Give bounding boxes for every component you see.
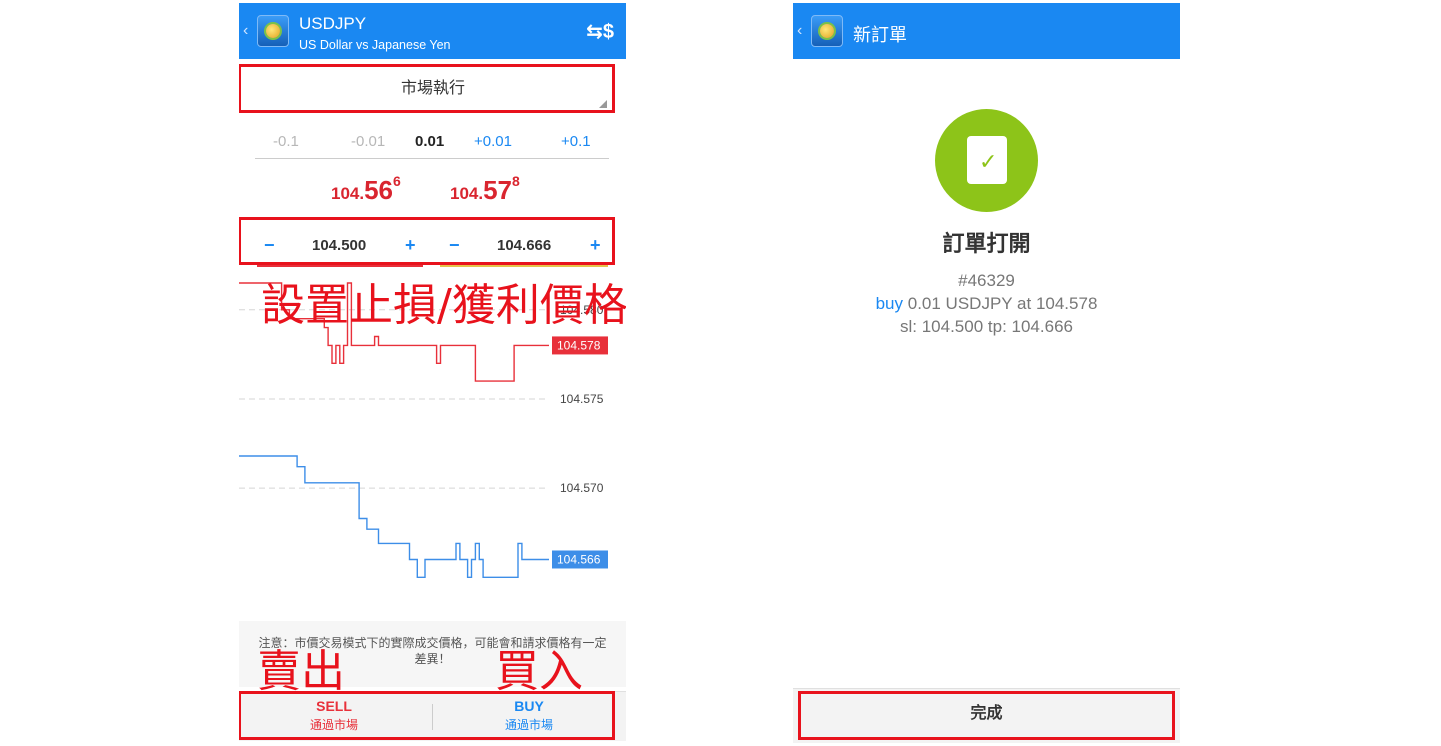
- quote-row: 104.566 104.578: [239, 173, 626, 215]
- volume-selector: -0.1 -0.01 0.01 +0.01 +0.1: [255, 121, 609, 159]
- volume-plus-0-1-button[interactable]: +0.1: [561, 133, 591, 150]
- annotation-sltp-text: 設置止損/獲利價格: [261, 280, 626, 331]
- bid-price: 104.566: [331, 173, 401, 206]
- volume-minus-0-1-button[interactable]: -0.1: [273, 133, 299, 150]
- symbol-description: US Dollar vs Japanese Yen: [299, 38, 451, 52]
- order-opened-title: 訂單打開: [942, 231, 1031, 256]
- bid-price-tag: 104.566: [557, 552, 601, 566]
- volume-current[interactable]: 0.01: [415, 133, 444, 150]
- bid-series-line: [239, 455, 549, 578]
- annotation-box-sltp: [239, 217, 615, 265]
- volume-plus-0-01-button[interactable]: +0.01: [474, 133, 512, 150]
- check-icon: ✓: [979, 149, 998, 174]
- order-side: buy: [875, 294, 904, 313]
- annotation-buy-text: 買入: [495, 646, 583, 697]
- currency-exchange-icon[interactable]: ⇆$: [586, 19, 614, 44]
- new-order-title: 新訂單: [853, 25, 907, 45]
- new-order-header: ‹ 新訂單: [793, 3, 1180, 59]
- back-icon[interactable]: ‹: [243, 22, 248, 40]
- order-entry-screen: ‹ USDJPY US Dollar vs Japanese Yen ⇆$ 市場…: [239, 3, 626, 746]
- ask-prefix: 104.: [450, 184, 484, 203]
- annotation-box-execution: [239, 64, 615, 113]
- y-tick-label: 104.570: [560, 481, 604, 495]
- order-detail: 0.01 USDJPY at 104.578: [907, 294, 1098, 313]
- order-info: #46329 buy 0.01 USDJPY at 104.578 sl: 10…: [793, 269, 1180, 338]
- bid-fraction: 6: [393, 173, 401, 189]
- ask-pips: 57: [483, 175, 513, 205]
- order-document-check-icon: ✓: [935, 109, 1038, 212]
- order-confirmation-screen: ‹ 新訂單 ✓ 訂單打開 #46329 buy 0.01 USDJPY at 1…: [793, 3, 1180, 746]
- volume-minus-0-01-button[interactable]: -0.01: [351, 133, 385, 150]
- ask-price-tag: 104.578: [557, 338, 601, 352]
- symbol-title: USDJPY: [299, 14, 367, 33]
- ask-price: 104.578: [450, 173, 520, 206]
- annotation-sell-text: 賣出: [257, 646, 345, 697]
- bid-prefix: 104.: [331, 184, 365, 203]
- ask-fraction: 8: [512, 173, 520, 189]
- app-logo-icon[interactable]: [257, 15, 289, 47]
- y-tick-label: 104.575: [560, 392, 604, 406]
- annotation-box-done: [798, 691, 1175, 740]
- order-summary: buy 0.01 USDJPY at 104.578: [793, 292, 1180, 315]
- order-number: #46329: [958, 271, 1015, 290]
- app-logo-icon[interactable]: [811, 15, 843, 47]
- bid-pips: 56: [364, 175, 394, 205]
- back-icon[interactable]: ‹: [797, 22, 802, 40]
- symbol-header: ‹ USDJPY US Dollar vs Japanese Yen ⇆$: [239, 3, 626, 59]
- order-sltp: sl: 104.500 tp: 104.666: [900, 317, 1073, 336]
